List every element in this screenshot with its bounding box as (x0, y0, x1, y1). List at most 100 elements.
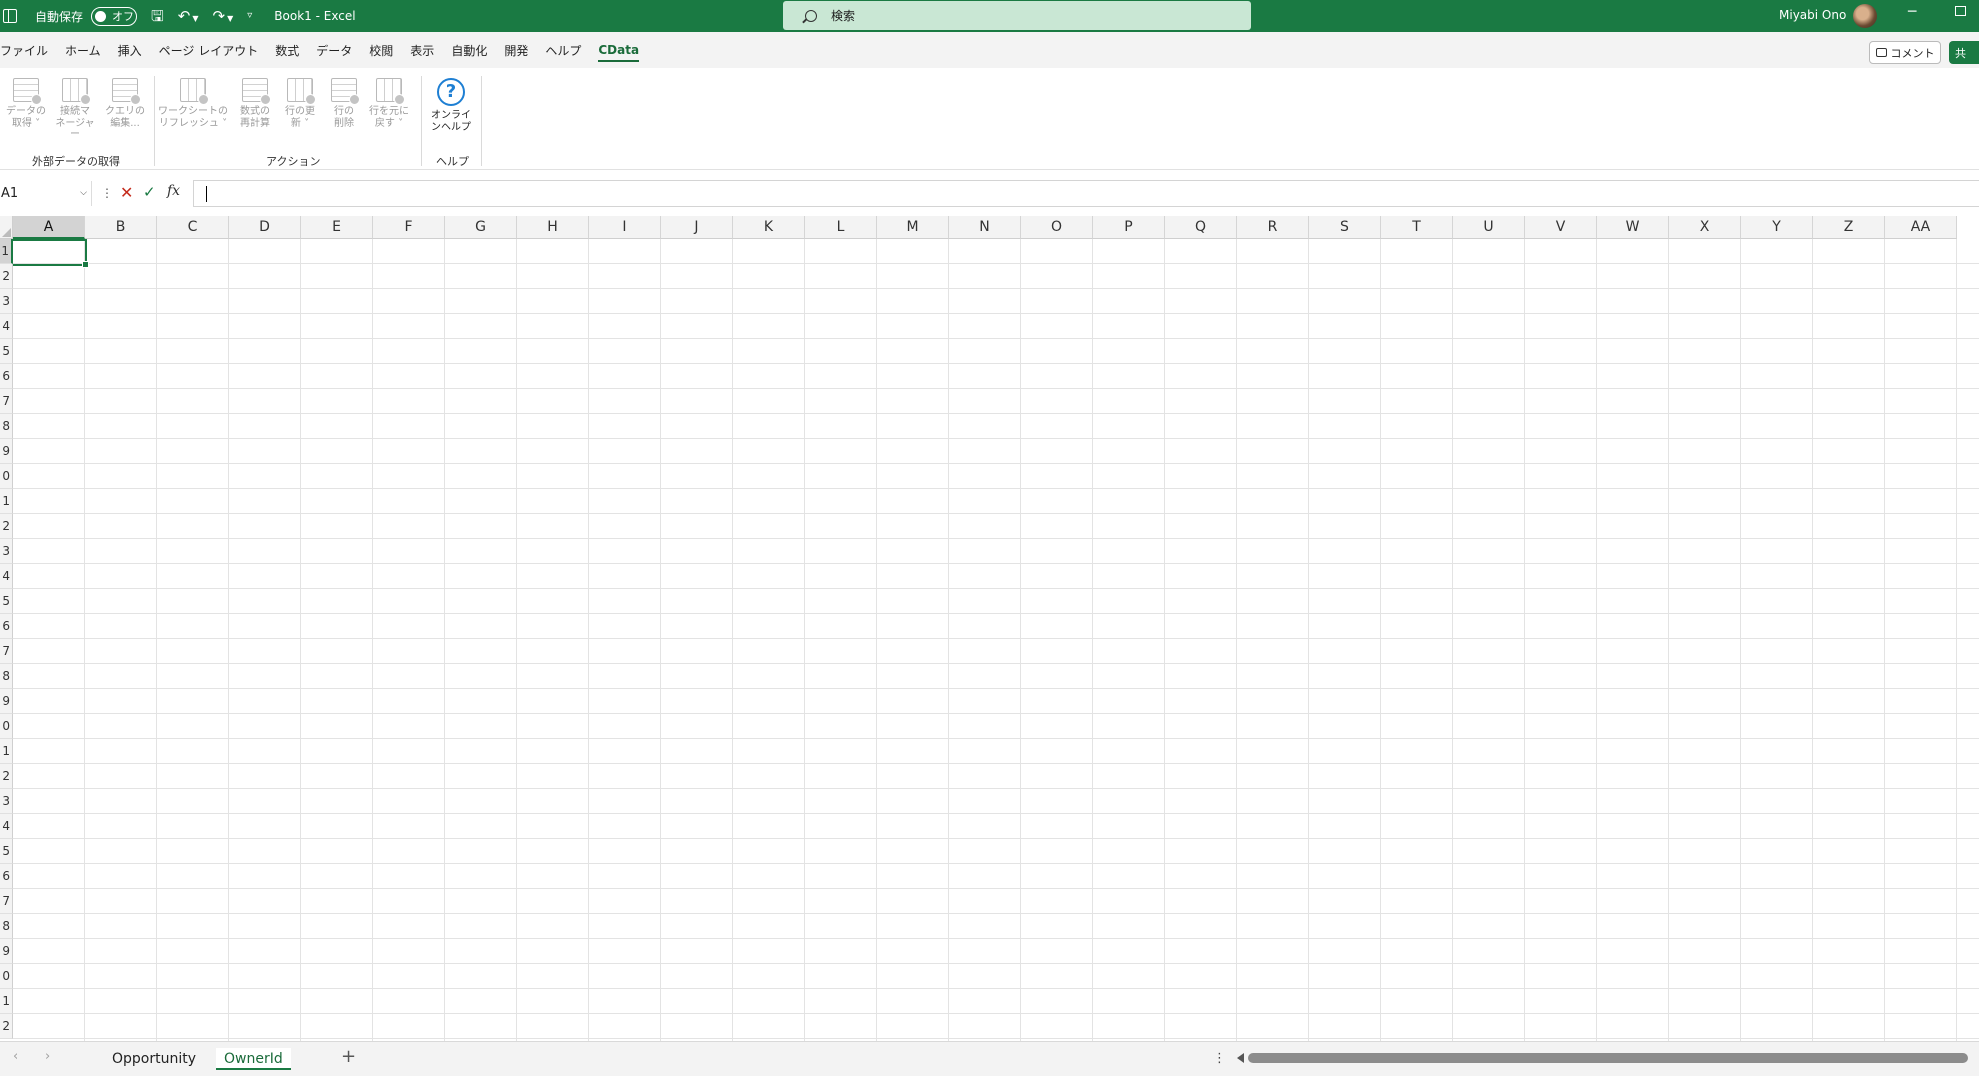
column-header-G[interactable]: G (445, 216, 517, 239)
enter-icon[interactable]: ✓ (143, 183, 156, 201)
column-header-K[interactable]: K (733, 216, 805, 239)
column-header-I[interactable]: I (589, 216, 661, 239)
row-header[interactable]: 0 (0, 714, 13, 739)
active-cell-a1[interactable] (11, 239, 89, 268)
ribbon-button-6[interactable]: 行の 削除 (321, 78, 367, 129)
column-header-R[interactable]: R (1237, 216, 1309, 239)
column-header-A[interactable]: A (13, 216, 85, 239)
row-header[interactable]: 0 (0, 964, 13, 989)
column-header-N[interactable]: N (949, 216, 1021, 239)
user-name[interactable]: Miyabi Ono (1779, 8, 1846, 22)
select-all-button[interactable] (0, 216, 13, 239)
row-header[interactable]: 4 (0, 564, 13, 589)
ribbon-button-8[interactable]: ? オンライ ンヘルプ (428, 78, 474, 133)
row-header[interactable]: 5 (0, 589, 13, 614)
ribbon-button-3[interactable]: ワークシートの リフレッシュ ˅ (158, 78, 228, 129)
column-header-L[interactable]: L (805, 216, 877, 239)
row-header[interactable]: 1 (0, 989, 13, 1014)
redo-icon[interactable]: ↷ ▼ (213, 8, 234, 24)
row-header[interactable]: 3 (0, 789, 13, 814)
chevron-down-icon[interactable]: ⌵ (80, 181, 87, 206)
tab-1[interactable]: ホーム (65, 42, 101, 59)
ribbon-button-7[interactable]: 行を元に 戻す ˅ (366, 78, 412, 129)
row-header[interactable]: 1 (0, 739, 13, 764)
row-header[interactable]: 3 (0, 289, 13, 314)
row-header[interactable]: 9 (0, 689, 13, 714)
tab-7[interactable]: 表示 (410, 42, 434, 59)
sheet-tab-opportunity[interactable]: Opportunity (104, 1048, 204, 1070)
tab-5[interactable]: データ (316, 42, 352, 59)
more-options-icon[interactable]: ⋮ (101, 186, 113, 200)
row-header[interactable]: 2 (0, 1014, 13, 1039)
share-button[interactable]: 共 (1949, 41, 1979, 64)
tab-9[interactable]: 開発 (504, 42, 528, 59)
row-header[interactable]: 6 (0, 364, 13, 389)
autosave-toggle[interactable]: オフ (91, 6, 138, 26)
tab-2[interactable]: 挿入 (118, 42, 142, 59)
row-header[interactable]: 9 (0, 939, 13, 964)
more-options-icon[interactable]: ⋮ (1213, 1051, 1226, 1066)
tab-3[interactable]: ページ レイアウト (159, 42, 259, 59)
add-sheet-button[interactable]: + (341, 1046, 356, 1067)
restore-window-icon[interactable] (1955, 6, 1966, 16)
column-header-B[interactable]: B (85, 216, 157, 239)
column-header-E[interactable]: E (301, 216, 373, 239)
ribbon-button-5[interactable]: 行の更新 ˅ (277, 78, 323, 129)
row-header[interactable]: 7 (0, 639, 13, 664)
ribbon-button-1[interactable]: 接続マ ネージャー (52, 78, 98, 141)
undo-dropdown-icon[interactable]: ▼ (192, 14, 198, 23)
row-header[interactable]: 6 (0, 864, 13, 889)
column-header-D[interactable]: D (229, 216, 301, 239)
row-header[interactable]: 8 (0, 914, 13, 939)
undo-icon[interactable]: ↶ ▼ (178, 8, 199, 24)
next-sheet-icon[interactable]: › (45, 1049, 50, 1064)
tab-8[interactable]: 自動化 (451, 42, 487, 59)
column-header-X[interactable]: X (1669, 216, 1741, 239)
row-header[interactable]: 8 (0, 414, 13, 439)
row-header[interactable]: 5 (0, 839, 13, 864)
column-header-AA[interactable]: AA (1885, 216, 1957, 239)
row-header[interactable]: 7 (0, 389, 13, 414)
ribbon-button-2[interactable]: クエリの 編集... (102, 78, 148, 129)
row-header[interactable]: 3 (0, 539, 13, 564)
row-header[interactable]: 7 (0, 889, 13, 914)
row-header[interactable]: 2 (0, 264, 13, 289)
name-box[interactable]: A1 ⌵ (0, 181, 92, 206)
customize-qat-icon[interactable]: ▿ (247, 11, 252, 21)
row-header[interactable]: 4 (0, 314, 13, 339)
row-header[interactable]: 9 (0, 439, 13, 464)
column-header-P[interactable]: P (1093, 216, 1165, 239)
row-header[interactable]: 4 (0, 814, 13, 839)
row-header[interactable]: 2 (0, 514, 13, 539)
avatar[interactable] (1853, 4, 1877, 28)
row-header[interactable]: 6 (0, 614, 13, 639)
tab-10[interactable]: ヘルプ (545, 42, 581, 59)
column-header-U[interactable]: U (1453, 216, 1525, 239)
column-header-C[interactable]: C (157, 216, 229, 239)
search-box[interactable]: 検索 (783, 1, 1251, 30)
formula-input[interactable] (193, 180, 1979, 207)
column-header-Z[interactable]: Z (1813, 216, 1885, 239)
tab-6[interactable]: 校閲 (369, 42, 393, 59)
tab-11[interactable]: CData (598, 43, 639, 62)
column-header-O[interactable]: O (1021, 216, 1093, 239)
column-header-J[interactable]: J (661, 216, 733, 239)
horizontal-scrollbar[interactable] (1248, 1053, 1968, 1063)
prev-sheet-icon[interactable]: ‹ (13, 1049, 18, 1064)
insert-function-icon[interactable]: fx (167, 183, 180, 199)
scroll-left-icon[interactable] (1237, 1053, 1244, 1063)
row-header[interactable]: 8 (0, 664, 13, 689)
row-header[interactable]: 1 (0, 489, 13, 514)
minimize-icon[interactable]: ─ (1908, 4, 1916, 20)
cancel-icon[interactable]: ✕ (120, 183, 133, 202)
cell-area[interactable] (13, 239, 1979, 1041)
column-header-F[interactable]: F (373, 216, 445, 239)
ribbon-button-4[interactable]: 数式の 再計算 (232, 78, 278, 129)
row-header[interactable]: 0 (0, 464, 13, 489)
row-header[interactable]: 1 (0, 239, 13, 264)
column-header-T[interactable]: T (1381, 216, 1453, 239)
column-header-W[interactable]: W (1597, 216, 1669, 239)
save-icon[interactable]: 🖫 (151, 8, 164, 24)
column-header-S[interactable]: S (1309, 216, 1381, 239)
tab-0[interactable]: ファイル (0, 42, 48, 59)
